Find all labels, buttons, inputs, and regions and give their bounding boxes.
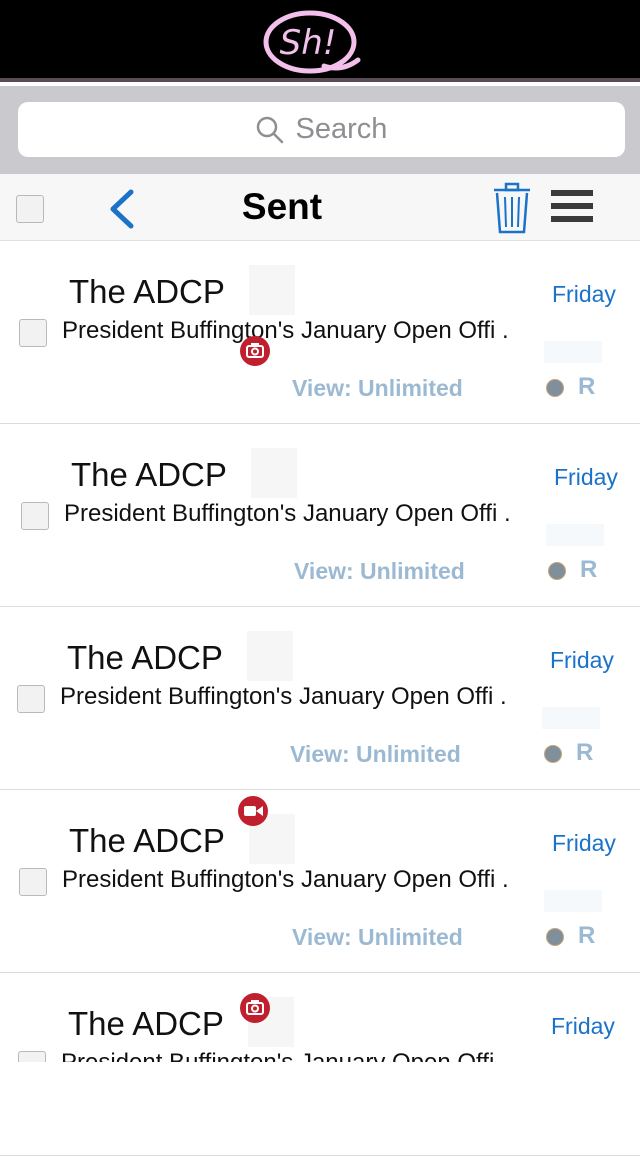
read-status: R <box>576 739 594 766</box>
read-status: R <box>578 922 596 949</box>
message-row[interactable]: The ADCP Friday President Buffington's J… <box>0 241 640 424</box>
view-limit: View: Unlimited <box>292 375 463 401</box>
message-subject: President Buffington's January Open Offi… <box>64 500 511 527</box>
trash-icon[interactable] <box>492 182 532 234</box>
message-row[interactable]: The ADCP Friday President Buffington's J… <box>0 790 640 973</box>
view-limit: View: Unlimited <box>292 924 463 950</box>
sender-thumbnail <box>249 265 295 315</box>
status-dot <box>546 379 564 397</box>
camera-icon <box>240 993 270 1023</box>
message-checkbox[interactable] <box>21 502 49 530</box>
view-limit: View: Unlimited <box>294 558 465 584</box>
message-date: Friday <box>551 1013 615 1039</box>
search-input[interactable]: Search <box>18 102 625 157</box>
app-logo: Sh! <box>262 6 362 76</box>
message-sender: The ADCP <box>69 273 225 310</box>
placeholder-block <box>546 524 604 546</box>
video-icon <box>238 796 268 826</box>
message-subject: President Buffington's January Open Offi… <box>62 866 509 893</box>
message-row[interactable]: The ADCP Friday President Buffington's J… <box>0 424 640 607</box>
status-dot <box>544 745 562 763</box>
message-date: Friday <box>552 281 616 307</box>
search-icon <box>256 116 283 143</box>
message-checkbox[interactable] <box>19 319 47 347</box>
placeholder-block <box>544 341 602 363</box>
message-sender: The ADCP <box>67 639 223 676</box>
back-chevron-icon[interactable] <box>105 188 137 230</box>
bottom-blank-area <box>0 1062 640 1136</box>
placeholder-block <box>544 890 602 912</box>
message-checkbox[interactable] <box>17 685 45 713</box>
menu-icon[interactable] <box>551 190 593 222</box>
message-date: Friday <box>550 647 614 673</box>
message-subject: President Buffington's January Open Offi… <box>60 683 507 710</box>
placeholder-block <box>542 707 600 729</box>
page-title: Sent <box>241 186 323 227</box>
view-limit: View: Unlimited <box>290 741 461 767</box>
read-status: R <box>578 373 596 400</box>
message-sender: The ADCP <box>68 1005 224 1042</box>
select-all-checkbox[interactable] <box>16 195 44 223</box>
camera-icon <box>240 336 270 366</box>
search-placeholder: Search <box>295 113 388 145</box>
status-dot <box>546 928 564 946</box>
message-date: Friday <box>554 464 618 490</box>
message-sender: The ADCP <box>69 822 225 859</box>
header-divider <box>0 78 640 82</box>
sender-thumbnail <box>251 448 297 498</box>
message-sender: The ADCP <box>71 456 227 493</box>
message-row[interactable]: The ADCP Friday President Buffington's J… <box>0 607 640 790</box>
sender-thumbnail <box>247 631 293 681</box>
message-date: Friday <box>552 830 616 856</box>
status-dot <box>548 562 566 580</box>
logo-text: Sh! <box>280 23 337 63</box>
message-checkbox[interactable] <box>19 868 47 896</box>
read-status: R <box>580 556 598 583</box>
message-subject: President Buffington's January Open Offi… <box>62 317 509 344</box>
